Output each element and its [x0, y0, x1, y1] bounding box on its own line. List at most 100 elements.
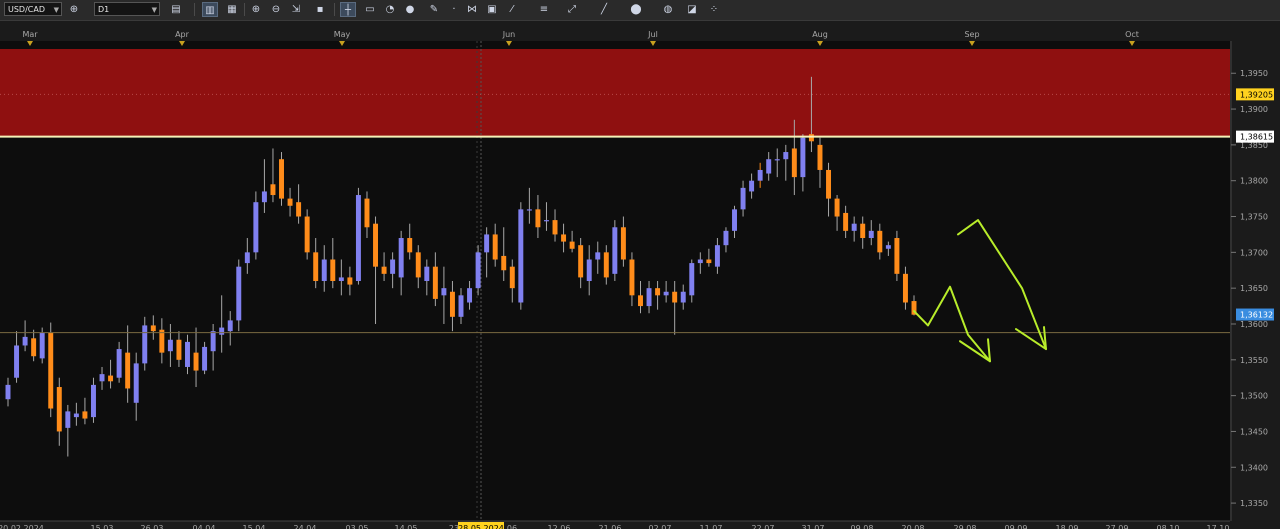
candle-body[interactable] — [150, 325, 156, 332]
symbol-select[interactable]: USD/CAD ▼ — [4, 2, 62, 16]
fibonacci-icon[interactable]: ⁄ — [504, 2, 520, 17]
candle-body[interactable] — [5, 384, 11, 400]
candle-body[interactable] — [509, 266, 515, 289]
candle-body[interactable] — [31, 338, 37, 357]
candle-body[interactable] — [885, 245, 891, 249]
candle-body[interactable] — [287, 198, 293, 206]
candle-body[interactable] — [415, 252, 421, 278]
text-icon[interactable]: ▭ — [362, 2, 378, 17]
candle-body[interactable] — [261, 191, 267, 203]
candle-body[interactable] — [73, 413, 79, 418]
candle-body[interactable] — [518, 209, 524, 303]
zoom-out-icon[interactable]: ⊖ — [268, 2, 284, 17]
candle-body[interactable] — [902, 273, 908, 303]
pencil-icon[interactable]: ✎ — [426, 2, 442, 17]
compare-icon[interactable]: ⊕ — [66, 2, 82, 17]
resistance-zone[interactable] — [0, 49, 1230, 137]
candle-body[interactable] — [373, 223, 379, 267]
candle-body[interactable] — [407, 238, 413, 253]
candle-body[interactable] — [501, 255, 507, 271]
more-icon[interactable]: · — [446, 2, 462, 17]
candle-body[interactable] — [552, 220, 558, 235]
gann-icon[interactable]: ⤢ — [564, 2, 580, 17]
candle-body[interactable] — [432, 266, 438, 299]
candle-body[interactable] — [304, 216, 310, 253]
chart-type-icon[interactable]: ▤ — [168, 2, 184, 17]
screenshot-icon[interactable]: ▣ — [484, 2, 500, 17]
cursor-icon[interactable]: ▪ — [312, 2, 328, 17]
zoom-in-icon[interactable]: ⊕ — [248, 2, 264, 17]
candle-body[interactable] — [843, 212, 849, 231]
candle-body[interactable] — [740, 187, 746, 210]
candle-body[interactable] — [526, 209, 532, 211]
candle-body[interactable] — [834, 198, 840, 217]
candle-body[interactable] — [330, 259, 336, 281]
candle-body[interactable] — [133, 363, 139, 403]
candle-body[interactable] — [877, 230, 883, 253]
candle-body[interactable] — [535, 209, 541, 228]
candle-body[interactable] — [22, 336, 28, 346]
candle-body[interactable] — [543, 220, 549, 222]
bars-view-icon[interactable]: ▦ — [224, 2, 240, 17]
eraser-icon[interactable]: ◪ — [684, 2, 700, 17]
candle-body[interactable] — [860, 223, 866, 239]
candle-body[interactable] — [355, 195, 361, 281]
candle-body[interactable] — [851, 223, 857, 231]
candle-body[interactable] — [313, 252, 319, 281]
candle-body[interactable] — [800, 137, 806, 178]
candle-body[interactable] — [663, 291, 669, 296]
candle-body[interactable] — [458, 295, 464, 317]
candle-body[interactable] — [766, 159, 772, 174]
candle-body[interactable] — [689, 263, 695, 296]
candle-body[interactable] — [244, 252, 250, 264]
candle-body[interactable] — [612, 227, 618, 274]
candle-body[interactable] — [253, 202, 259, 253]
circle-icon[interactable]: ⬤ — [628, 2, 644, 17]
candle-body[interactable] — [808, 134, 814, 142]
candle-body[interactable] — [296, 202, 302, 217]
candle-body[interactable] — [791, 148, 797, 178]
candle-body[interactable] — [586, 259, 592, 281]
candles-view-icon[interactable]: ▥ — [202, 2, 218, 17]
candle-body[interactable] — [347, 277, 353, 285]
channel-icon[interactable]: ≡ — [536, 2, 552, 17]
candle-body[interactable] — [732, 209, 737, 231]
candle-body[interactable] — [561, 234, 567, 242]
candle-body[interactable] — [381, 266, 387, 274]
candle-body[interactable] — [620, 227, 626, 260]
candle-body[interactable] — [125, 352, 131, 389]
candle-body[interactable] — [108, 375, 114, 382]
candle-body[interactable] — [817, 144, 823, 170]
candle-body[interactable] — [176, 339, 182, 360]
candle-body[interactable] — [672, 291, 678, 303]
candle-body[interactable] — [680, 291, 686, 303]
candle-body[interactable] — [595, 252, 601, 260]
candle-body[interactable] — [603, 252, 609, 278]
candle-body[interactable] — [279, 159, 284, 199]
candle-body[interactable] — [219, 327, 225, 335]
candle-body[interactable] — [868, 230, 874, 239]
candle-body[interactable] — [167, 339, 173, 352]
price-chart[interactable]: 1,39501,39001,38501,38001,37501,37001,36… — [0, 21, 1280, 529]
candle-body[interactable] — [159, 329, 165, 353]
candle-body[interactable] — [646, 288, 652, 307]
candle-body[interactable] — [655, 288, 661, 296]
candle-body[interactable] — [894, 238, 900, 274]
candle-body[interactable] — [723, 230, 729, 246]
candle-body[interactable] — [236, 266, 242, 321]
candle-body[interactable] — [270, 184, 276, 196]
shape-fill-icon[interactable]: ◍ — [660, 2, 676, 17]
candle-body[interactable] — [638, 295, 643, 307]
candle-body[interactable] — [569, 241, 575, 249]
candle-body[interactable] — [484, 234, 490, 253]
candle-body[interactable] — [398, 238, 404, 278]
candle-body[interactable] — [629, 259, 635, 296]
candle-body[interactable] — [185, 341, 190, 367]
shift-icon[interactable]: ⇲ — [288, 2, 304, 17]
candle-body[interactable] — [467, 288, 473, 303]
candle-body[interactable] — [65, 411, 71, 428]
candle-body[interactable] — [202, 346, 208, 371]
timeframe-select[interactable]: D1 ▼ — [94, 2, 160, 16]
candle-body[interactable] — [116, 349, 122, 378]
settings-icon[interactable]: ⁘ — [706, 2, 722, 17]
